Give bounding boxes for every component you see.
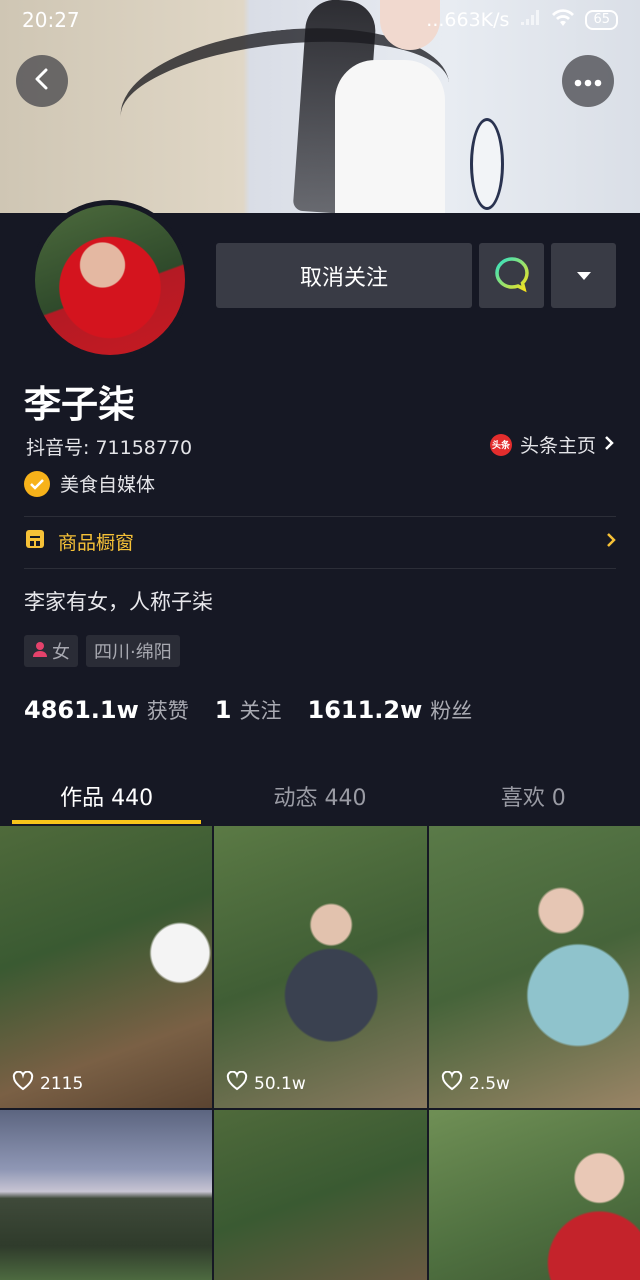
shop-window-row[interactable]: 商品橱窗 [24,528,616,555]
chevron-right-icon [604,434,614,456]
status-bar: 20:27 ...663K/s 65 [0,0,640,40]
heart-icon [226,1070,248,1096]
more-dots-icon [574,72,602,91]
video-grid: 2115 50.1w 2.5w [0,826,640,1280]
tab-likes[interactable]: 喜欢 0 [427,768,640,824]
douyin-id: 抖音号: 71158770 [26,437,193,459]
following-label: 关注 [239,699,282,723]
video-thumbnail[interactable]: 2.5w [429,826,640,1108]
content-tabs: 作品 440 动态 440 喜欢 0 [0,768,640,824]
verification-label: 美食自媒体 [60,474,156,496]
followers-stat[interactable]: 1611.2w 粉丝 [308,695,473,725]
verification-badge: 美食自媒体 [24,470,155,497]
heart-icon [12,1070,34,1096]
chevron-right-icon [606,532,616,552]
likes-label: 获赞 [146,699,189,723]
video-thumbnail[interactable] [429,1110,640,1280]
video-thumbnail[interactable]: 50.1w [214,826,427,1108]
gender-label: 女 [52,642,70,663]
signal-icon [519,9,541,32]
followers-count: 1611.2w [307,696,423,724]
toutiao-link-label: 头条主页 [519,435,596,457]
unfollow-label: 取消关注 [299,265,388,291]
battery-indicator: 65 [585,10,618,30]
location-tag: 四川·绵阳 [86,635,180,667]
video-likes-count: 2115 [40,1073,84,1094]
tab-updates[interactable]: 动态 440 [213,768,426,824]
following-count: 1 [214,696,232,724]
more-options-button[interactable] [562,55,614,107]
video-likes: 2115 [12,1070,84,1096]
video-thumbnail[interactable] [0,1110,212,1280]
profile-name: 李子柒 [24,383,135,426]
video-likes-count: 50.1w [254,1073,306,1094]
toutiao-logo-icon: 头条 [489,433,512,456]
likes-stat: 4861.1w 获赞 [24,695,189,725]
female-person-icon [32,641,48,662]
video-thumbnail[interactable] [214,1110,427,1280]
caret-down-icon [576,266,592,285]
toutiao-homepage-link[interactable]: 头条 头条主页 [489,431,614,458]
heart-icon [441,1070,463,1096]
chevron-left-icon [32,68,52,94]
tab-works[interactable]: 作品 440 [0,768,213,824]
verified-check-icon [24,470,50,497]
bio-text: 李家有女，人称子柒 [24,590,213,614]
followers-label: 粉丝 [430,699,473,723]
profile-tags: 女 四川·绵阳 [24,635,180,667]
shop-window-label: 商品橱窗 [58,532,135,554]
message-button[interactable] [479,243,544,308]
avatar[interactable] [30,200,190,360]
status-time: 20:27 [22,8,80,32]
video-thumbnail[interactable]: 2115 [0,826,212,1108]
chat-bubble-icon [493,255,531,297]
video-likes-count: 2.5w [469,1073,510,1094]
divider [24,516,616,517]
gender-tag: 女 [24,635,78,667]
video-likes: 50.1w [226,1070,306,1096]
video-likes: 2.5w [441,1070,510,1096]
dropdown-button[interactable] [551,243,616,308]
location-label: 四川·绵阳 [94,642,172,663]
shop-icon [24,528,46,555]
likes-count: 4861.1w [24,696,139,724]
divider [24,568,616,569]
profile-stats: 4861.1w 获赞 1 关注 1611.2w 粉丝 [24,695,472,725]
wifi-icon [551,8,575,32]
unfollow-button[interactable]: 取消关注 [216,243,472,308]
back-button[interactable] [16,55,68,107]
following-stat[interactable]: 1 关注 [215,695,282,725]
network-speed: ...663K/s [426,9,510,31]
